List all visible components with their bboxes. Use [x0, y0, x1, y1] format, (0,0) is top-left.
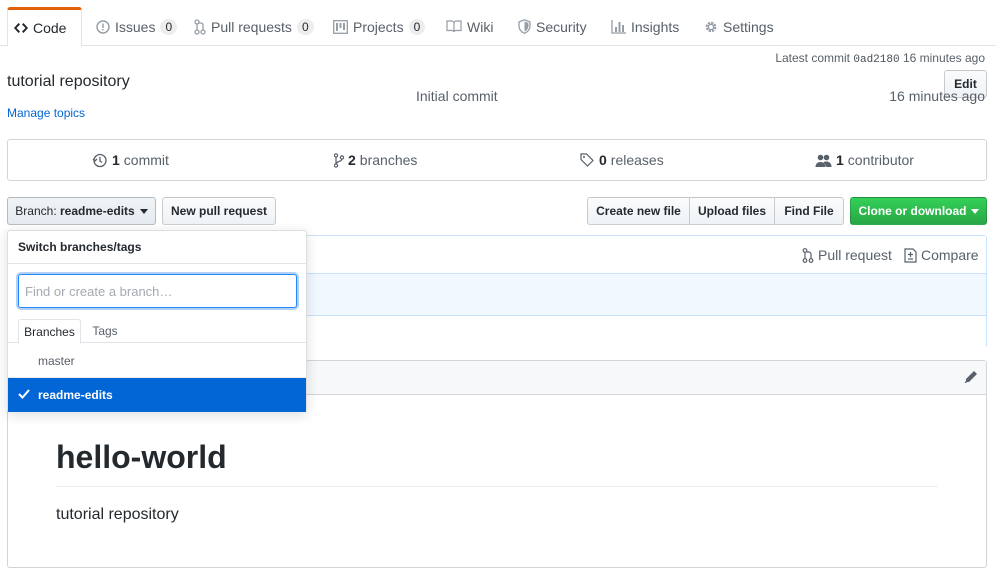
- tab-settings[interactable]: Settings: [698, 7, 784, 46]
- git-branch-icon: [334, 152, 344, 168]
- branch-filter-input[interactable]: [18, 274, 297, 308]
- branch-item-master[interactable]: master: [8, 344, 306, 378]
- commits-label: commit: [123, 152, 169, 168]
- contributors-link[interactable]: 1 contributor: [815, 140, 914, 180]
- branch-item-label: master: [38, 353, 75, 368]
- tag-icon: [580, 153, 594, 167]
- latest-commit-info: Latest commit 0ad2180 16 minutes ago: [775, 51, 985, 66]
- caret-down-icon: [139, 208, 148, 214]
- commits-count: 1: [112, 152, 120, 168]
- new-pull-request-button[interactable]: New pull request: [162, 197, 276, 225]
- branches-label: branches: [359, 152, 418, 168]
- tab-tags[interactable]: Tags: [92, 319, 118, 343]
- tab-branches[interactable]: Branches: [18, 319, 81, 344]
- commits-link[interactable]: 1 commit: [92, 140, 169, 180]
- pull-request-label: Pull request: [818, 247, 892, 263]
- branch-dropdown: Switch branches/tags Branches Tags maste…: [7, 230, 307, 412]
- numbers-summary: 1 commit 2 branches 0 releases 1 contrib…: [7, 139, 987, 181]
- upload-files-button[interactable]: Upload files: [689, 197, 775, 225]
- git-pull-request-icon: [802, 247, 814, 263]
- file-actions-group: Create new file Upload files Find File: [587, 197, 844, 225]
- tab-code-label: Code: [33, 20, 67, 36]
- dropdown-tabs: Branches Tags: [8, 319, 306, 344]
- tab-wiki-label: Wiki: [467, 18, 494, 35]
- latest-commit-label: Latest commit: [775, 51, 851, 65]
- tab-issues[interactable]: Issues 0: [90, 7, 187, 46]
- manage-topics-link[interactable]: Manage topics: [7, 106, 85, 120]
- create-new-file-button[interactable]: Create new file: [587, 197, 690, 225]
- gear-icon: [705, 21, 717, 32]
- branches-count: 2: [348, 152, 356, 168]
- contributors-label: contributor: [847, 152, 914, 168]
- project-icon: [333, 19, 348, 34]
- clone-or-download-button[interactable]: Clone or download: [850, 197, 987, 225]
- branches-link[interactable]: 2 branches: [334, 140, 417, 180]
- pencil-icon[interactable]: [964, 370, 978, 384]
- tab-pull-requests[interactable]: Pull requests 0: [188, 7, 324, 46]
- tab-pull-requests-label: Pull requests: [211, 18, 292, 35]
- row-age: 16 minutes ago: [889, 88, 985, 104]
- commit-sha-link[interactable]: 0ad2180: [853, 54, 899, 66]
- releases-link[interactable]: 0 releases: [580, 140, 664, 180]
- branch-select-button[interactable]: Branch: readme-edits: [7, 197, 156, 225]
- repo-description: tutorial repository: [7, 73, 130, 90]
- releases-count: 0: [599, 152, 607, 168]
- issue-icon: [96, 19, 110, 34]
- code-icon: [14, 23, 28, 33]
- tab-projects[interactable]: Projects 0: [327, 7, 435, 46]
- tab-security[interactable]: Security: [512, 7, 597, 46]
- book-icon: [446, 20, 462, 33]
- compare-label: Compare: [921, 247, 979, 263]
- tab-insights-label: Insights: [631, 18, 680, 35]
- dropdown-title: Switch branches/tags: [8, 231, 306, 264]
- tab-issues-label: Issues: [115, 18, 156, 35]
- repo-nav: Code Issues 0 Pull requests 0 Projects 0…: [0, 0, 996, 47]
- tab-security-label: Security: [536, 18, 587, 35]
- compare-link[interactable]: Compare: [904, 247, 979, 263]
- contributors-count: 1: [836, 152, 844, 168]
- find-file-button[interactable]: Find File: [774, 197, 844, 225]
- clone-or-download-label: Clone or download: [858, 204, 967, 218]
- branch-item-label: readme-edits: [38, 388, 113, 402]
- readme-heading: hello-world: [56, 439, 227, 475]
- tab-wiki[interactable]: Wiki: [440, 7, 503, 46]
- tab-settings-label: Settings: [723, 18, 774, 35]
- graph-icon: [611, 19, 626, 34]
- tab-projects-label: Projects: [353, 18, 404, 35]
- pull-requests-counter: 0: [296, 18, 314, 35]
- commit-message-link[interactable]: Initial commit: [416, 88, 498, 104]
- history-icon: [92, 153, 107, 167]
- git-pull-request-icon: [194, 18, 206, 35]
- readme-body: tutorial repository: [56, 506, 179, 523]
- shield-icon: [518, 19, 531, 34]
- people-icon: [815, 154, 832, 167]
- caret-down-icon: [970, 208, 979, 214]
- issues-counter: 0: [160, 18, 178, 35]
- pull-request-link[interactable]: Pull request: [802, 247, 892, 263]
- check-icon: [18, 389, 30, 399]
- releases-label: releases: [610, 152, 664, 168]
- branch-item-readme-edits[interactable]: readme-edits: [8, 378, 306, 412]
- branch-prefix: Branch:: [15, 204, 57, 218]
- latest-commit-age: 16 minutes ago: [902, 51, 985, 65]
- tab-code[interactable]: Code: [7, 7, 82, 47]
- branch-name: readme-edits: [60, 204, 135, 218]
- tab-insights[interactable]: Insights: [605, 7, 689, 46]
- readme-divider: [56, 486, 938, 487]
- projects-counter: 0: [408, 18, 426, 35]
- diff-icon: [904, 247, 917, 263]
